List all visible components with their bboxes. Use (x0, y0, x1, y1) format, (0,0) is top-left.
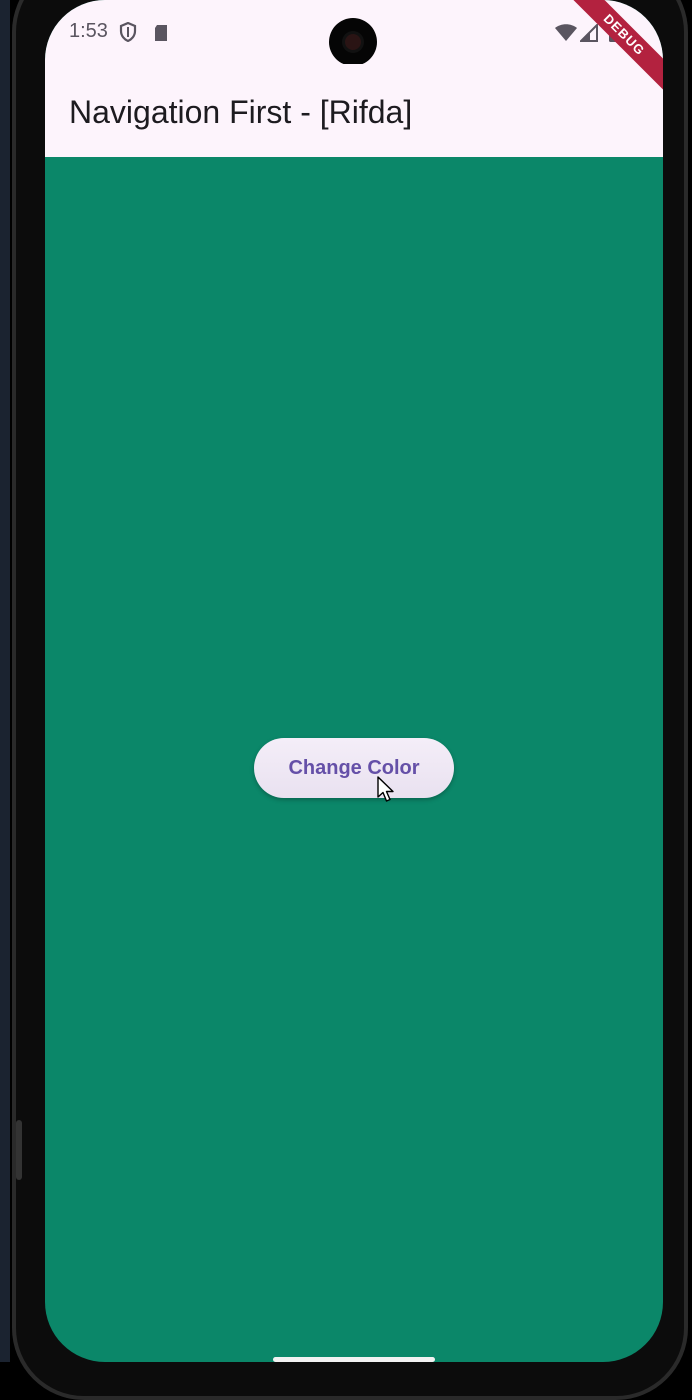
page-title: Navigation First - [Rifda] (69, 94, 413, 130)
front-camera (329, 18, 377, 66)
status-time: 1:53 (69, 20, 108, 42)
sd-card-icon (153, 24, 169, 47)
cellular-icon (578, 22, 598, 47)
phone-screen: 1:53 Navigation First - [Rifda] DEBUG Ch… (45, 0, 663, 1362)
background-editor-strip (0, 0, 10, 1362)
status-bar: 1:53 (45, 0, 663, 66)
side-button (16, 1120, 22, 1180)
app-bar: Navigation First - [Rifda] (45, 64, 663, 157)
mouse-cursor-icon (377, 776, 397, 809)
change-color-button[interactable]: Change Color (254, 738, 454, 798)
home-indicator[interactable] (273, 1357, 435, 1362)
wifi-icon (555, 24, 577, 47)
shield-icon (119, 21, 137, 47)
